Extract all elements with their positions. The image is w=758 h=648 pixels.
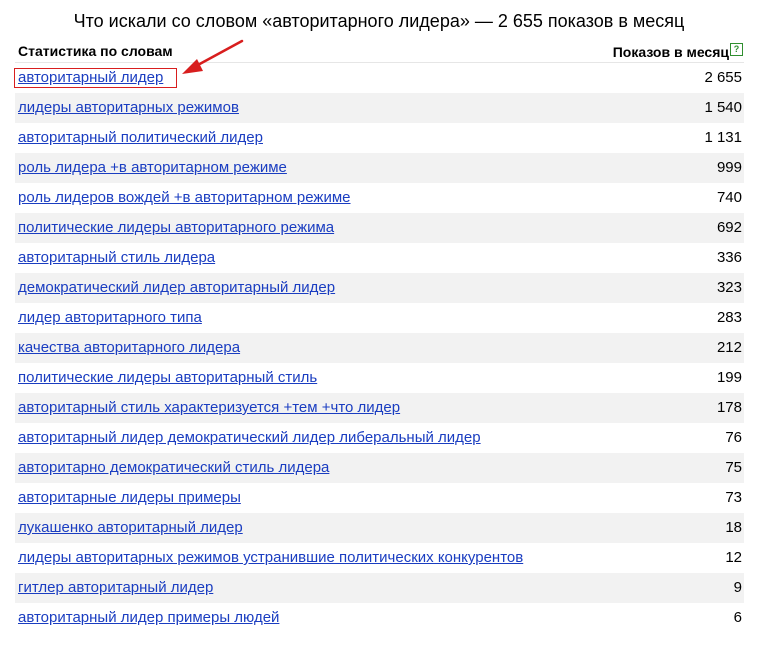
table-row: авторитарный стиль характеризуется +тем … <box>15 393 744 423</box>
impressions-count: 1 540 <box>704 99 742 116</box>
table-header: Статистика по словам Показов в месяц ? <box>15 40 744 63</box>
keyword-link[interactable]: лукашенко авторитарный лидер <box>18 519 243 537</box>
count-column-header: Показов в месяц ? <box>612 42 743 61</box>
impressions-count: 73 <box>725 489 742 506</box>
impressions-count: 6 <box>733 609 742 626</box>
keyword-link[interactable]: авторитарно демократический стиль лидера <box>18 459 329 477</box>
keyword-stats-table: Статистика по словам Показов в месяц ? а… <box>15 40 744 633</box>
impressions-count: 323 <box>716 279 742 296</box>
impressions-count: 75 <box>725 459 742 476</box>
impressions-count: 9 <box>733 579 742 596</box>
table-row: авторитарно демократический стиль лидера… <box>15 453 744 483</box>
impressions-count: 999 <box>716 159 742 176</box>
keyword-link[interactable]: роль лидеров вождей +в авторитарном режи… <box>18 189 351 207</box>
impressions-count: 199 <box>716 369 742 386</box>
impressions-count: 18 <box>725 519 742 536</box>
keyword-link[interactable]: авторитарный стиль характеризуется +тем … <box>18 399 400 417</box>
table-row: политические лидеры авторитарный стиль 1… <box>15 363 744 393</box>
keyword-link[interactable]: авторитарный политический лидер <box>18 129 263 147</box>
keyword-link[interactable]: лидеры авторитарных режимов устранившие … <box>18 549 523 567</box>
impressions-count: 12 <box>725 549 742 566</box>
impressions-count: 336 <box>716 249 742 266</box>
impressions-count: 283 <box>716 309 742 326</box>
keyword-link[interactable]: авторитарный лидер примеры людей <box>18 609 279 627</box>
keyword-link[interactable]: лидер авторитарного типа <box>18 309 202 327</box>
table-row: авторитарный лидер примеры людей 6 <box>15 603 744 633</box>
impressions-count: 692 <box>716 219 742 236</box>
keyword-link[interactable]: политические лидеры авторитарный стиль <box>18 369 317 387</box>
keyword-link[interactable]: роль лидера +в авторитарном режиме <box>18 159 287 177</box>
keyword-link[interactable]: лидеры авторитарных режимов <box>18 99 239 117</box>
keyword-link[interactable]: демократический лидер авторитарный лидер <box>18 279 335 297</box>
table-row: роль лидера +в авторитарном режиме 999 <box>15 153 744 183</box>
table-row: демократический лидер авторитарный лидер… <box>15 273 744 303</box>
impressions-count: 1 131 <box>704 129 742 146</box>
table-row: авторитарные лидеры примеры 73 <box>15 483 744 513</box>
keyword-link[interactable]: авторитарный стиль лидера <box>18 249 215 267</box>
table-row: авторитарный лидер демократический лидер… <box>15 423 744 453</box>
help-icon[interactable]: ? <box>730 42 743 56</box>
page-title: Что искали со словом «авторитарного лиде… <box>73 11 685 31</box>
table-row: качества авторитарного лидера 212 <box>15 333 744 363</box>
table-row: лидеры авторитарных режимов 1 540 <box>15 93 744 123</box>
impressions-count: 76 <box>725 429 742 446</box>
impressions-count: 212 <box>716 339 742 356</box>
keyword-link[interactable]: авторитарный лидер демократический лидер… <box>18 429 481 447</box>
keyword-link[interactable]: политические лидеры авторитарного режима <box>18 219 334 237</box>
table-row: лидеры авторитарных режимов устранившие … <box>15 543 744 573</box>
table-row: авторитарный стиль лидера 336 <box>15 243 744 273</box>
table-row: лукашенко авторитарный лидер 18 <box>15 513 744 543</box>
impressions-count: 178 <box>716 399 742 416</box>
table-row: гитлер авторитарный лидер 9 <box>15 573 744 603</box>
table-body: авторитарный лидер 2 655 лидеры авторита… <box>15 63 744 633</box>
keyword-link[interactable]: авторитарный лидер <box>18 69 163 87</box>
count-column-header-label: Показов в месяц <box>612 44 729 60</box>
keyword-link[interactable]: качества авторитарного лидера <box>18 339 240 357</box>
keyword-link[interactable]: гитлер авторитарный лидер <box>18 579 213 597</box>
impressions-count: 740 <box>716 189 742 206</box>
table-row: авторитарный лидер 2 655 <box>15 63 744 93</box>
table-row: роль лидеров вождей +в авторитарном режи… <box>15 183 744 213</box>
table-row: авторитарный политический лидер 1 131 <box>15 123 744 153</box>
keyword-column-header: Статистика по словам <box>18 43 173 59</box>
table-row: лидер авторитарного типа 283 <box>15 303 744 333</box>
table-row: политические лидеры авторитарного режима… <box>15 213 744 243</box>
keyword-link[interactable]: авторитарные лидеры примеры <box>18 489 241 507</box>
impressions-count: 2 655 <box>704 69 742 86</box>
